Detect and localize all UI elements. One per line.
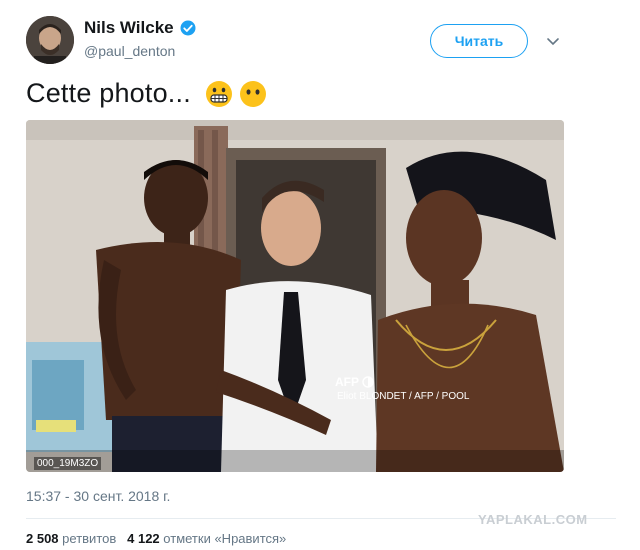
tweet-timestamp[interactable]: 15:37 - 30 сент. 2018 г. xyxy=(26,488,170,504)
face-without-mouth-emoji-icon xyxy=(239,80,266,107)
likes-count[interactable]: 4 122 xyxy=(127,531,160,546)
afp-watermark: AFP xyxy=(335,375,374,389)
tweet-text: Cette photo... xyxy=(26,78,267,109)
photo-credit: Eliot BLONDET / AFP / POOL xyxy=(337,391,470,402)
retweets-count[interactable]: 2 508 xyxy=(26,531,59,546)
display-name[interactable]: Nils Wilcke xyxy=(84,18,174,38)
verified-badge-icon xyxy=(180,20,196,36)
engagement-stats: 2 508 ретвитов 4 122 отметки «Нравится» xyxy=(26,531,286,546)
chevron-down-icon[interactable] xyxy=(546,34,560,48)
grimacing-face-emoji-icon xyxy=(205,80,232,107)
photo-illustration xyxy=(26,120,564,472)
retweets-label[interactable]: ретвитов xyxy=(62,531,116,546)
site-watermark: YAPLAKAL.COM xyxy=(478,512,588,527)
afp-logo-text: AFP xyxy=(335,375,359,389)
afp-logo-icon xyxy=(362,376,374,388)
tweet-text-content: Cette photo... xyxy=(26,78,191,108)
likes-label[interactable]: отметки «Нравится» xyxy=(163,531,286,546)
display-name-row[interactable]: Nils Wilcke xyxy=(84,18,197,38)
tweet-photo[interactable] xyxy=(26,120,564,472)
avatar[interactable] xyxy=(26,16,74,64)
user-handle[interactable]: @paul_denton xyxy=(84,43,175,59)
photo-id-label: 000_19M3ZO xyxy=(34,457,102,470)
follow-button[interactable]: Читать xyxy=(430,24,528,58)
